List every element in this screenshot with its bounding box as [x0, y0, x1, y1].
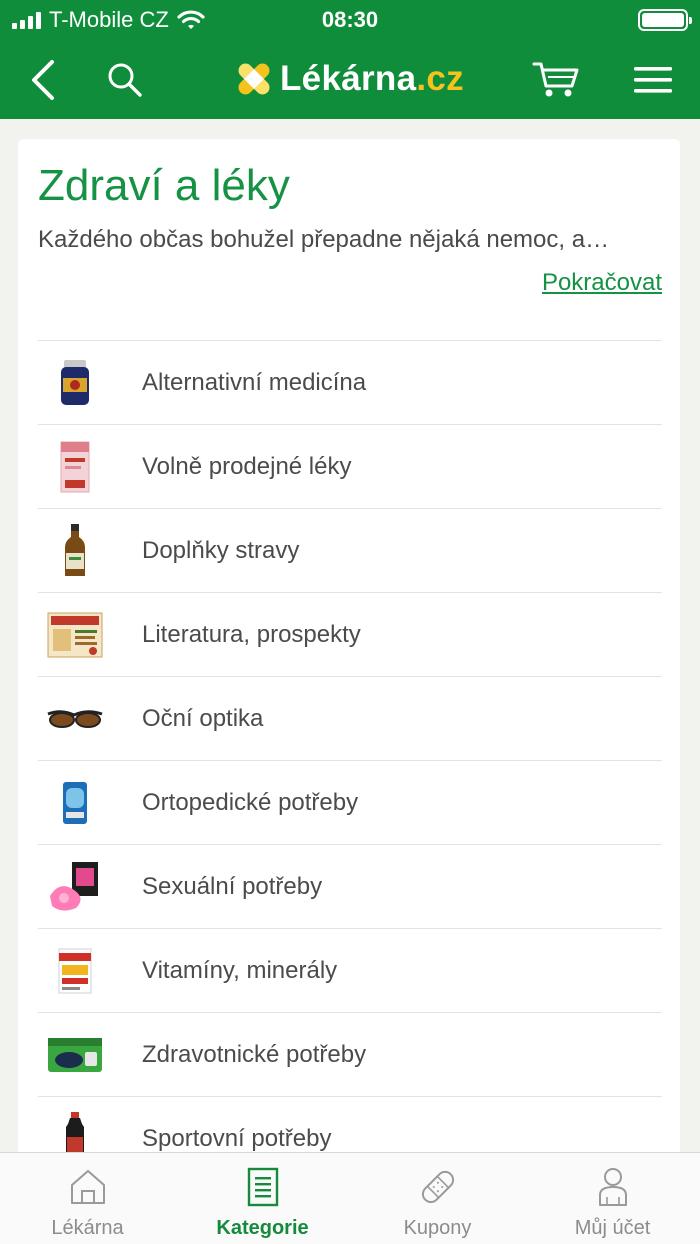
- category-item[interactable]: Ortopedické potřeby: [38, 760, 662, 844]
- tab-label: Lékárna: [51, 1217, 124, 1239]
- page-title: Zdraví a léky: [38, 161, 290, 210]
- category-label: Doplňky stravy: [142, 537, 300, 564]
- tab-pharmacy[interactable]: Lékárna: [0, 1153, 175, 1244]
- clock: 08:30: [321, 7, 379, 32]
- document-list-icon: [175, 1167, 350, 1209]
- blood-pressure-monitor-icon: [46, 1027, 104, 1083]
- tab-my-account[interactable]: Můj účet: [525, 1153, 700, 1244]
- category-item[interactable]: Vitamíny, minerály: [38, 928, 662, 1012]
- category-label: Ortopedické potřeby: [142, 789, 359, 816]
- user-icon: [525, 1167, 700, 1209]
- menu-button[interactable]: [626, 40, 680, 119]
- category-item[interactable]: Zdravotnické potřeby: [38, 1012, 662, 1096]
- tab-label: Můj účet: [574, 1217, 651, 1239]
- category-label: Volně prodejné léky: [142, 453, 352, 480]
- continue-reading-link[interactable]: Pokračovat: [542, 269, 662, 297]
- category-label: Vitamíny, minerály: [142, 957, 338, 984]
- battery-icon: [638, 9, 692, 31]
- category-item[interactable]: Oční optika: [38, 676, 662, 760]
- tab-bar: Lékárna Kategorie Kupony Můj účet: [0, 1152, 700, 1244]
- app-logo[interactable]: Lékárna.cz: [234, 54, 464, 104]
- category-label: Literatura, prospekty: [142, 621, 361, 648]
- book-icon: [46, 607, 104, 663]
- category-label: Zdravotnické potřeby: [142, 1041, 367, 1068]
- pink-toy-icon: [46, 859, 104, 915]
- tab-label: Kategorie: [216, 1217, 309, 1239]
- category-card: Zdraví a léky Každého občas bohužel přep…: [18, 139, 680, 1169]
- orthopedic-pack-icon: [46, 775, 104, 831]
- category-item[interactable]: Alternativní medicína: [38, 340, 662, 424]
- glasses-icon: [46, 691, 104, 747]
- category-item[interactable]: Doplňky stravy: [38, 508, 662, 592]
- category-item[interactable]: Literatura, prospekty: [38, 592, 662, 676]
- category-label: Oční optika: [142, 705, 264, 732]
- bandage-icon: [350, 1167, 525, 1209]
- category-item[interactable]: Volně prodejné léky: [38, 424, 662, 508]
- vitamin-box-icon: [46, 943, 104, 999]
- logo-text: Lékárna.cz: [280, 59, 464, 98]
- category-label: Sexuální potřeby: [142, 873, 323, 900]
- tab-categories[interactable]: Kategorie: [175, 1153, 350, 1244]
- chevron-left-icon: [32, 59, 54, 100]
- supplement-jar-icon: [46, 355, 104, 411]
- logo-cross-icon: [238, 63, 270, 95]
- category-item[interactable]: Sexuální potřeby: [38, 844, 662, 928]
- medicine-box-icon: [46, 439, 104, 495]
- cart-icon: [532, 62, 579, 96]
- category-description: Každého občas bohužel přepadne nějaká ne…: [38, 226, 610, 253]
- hamburger-menu-icon: [634, 66, 672, 93]
- bottle-icon: [46, 523, 104, 579]
- category-list: Alternativní medicína Volně prodejné lék…: [38, 340, 662, 1180]
- status-bar: T-Mobile CZ 08:30: [0, 0, 700, 40]
- search-button[interactable]: [100, 40, 150, 119]
- tab-coupons[interactable]: Kupony: [350, 1153, 525, 1244]
- tab-label: Kupony: [403, 1217, 472, 1239]
- back-button[interactable]: [18, 40, 68, 119]
- search-icon: [108, 63, 142, 97]
- navigation-bar: Lékárna.cz: [0, 40, 700, 119]
- home-icon: [0, 1167, 175, 1209]
- category-label: Alternativní medicína: [142, 369, 367, 396]
- cart-button[interactable]: [528, 40, 584, 119]
- app-header: T-Mobile CZ 08:30 Lékárna.cz: [0, 0, 700, 119]
